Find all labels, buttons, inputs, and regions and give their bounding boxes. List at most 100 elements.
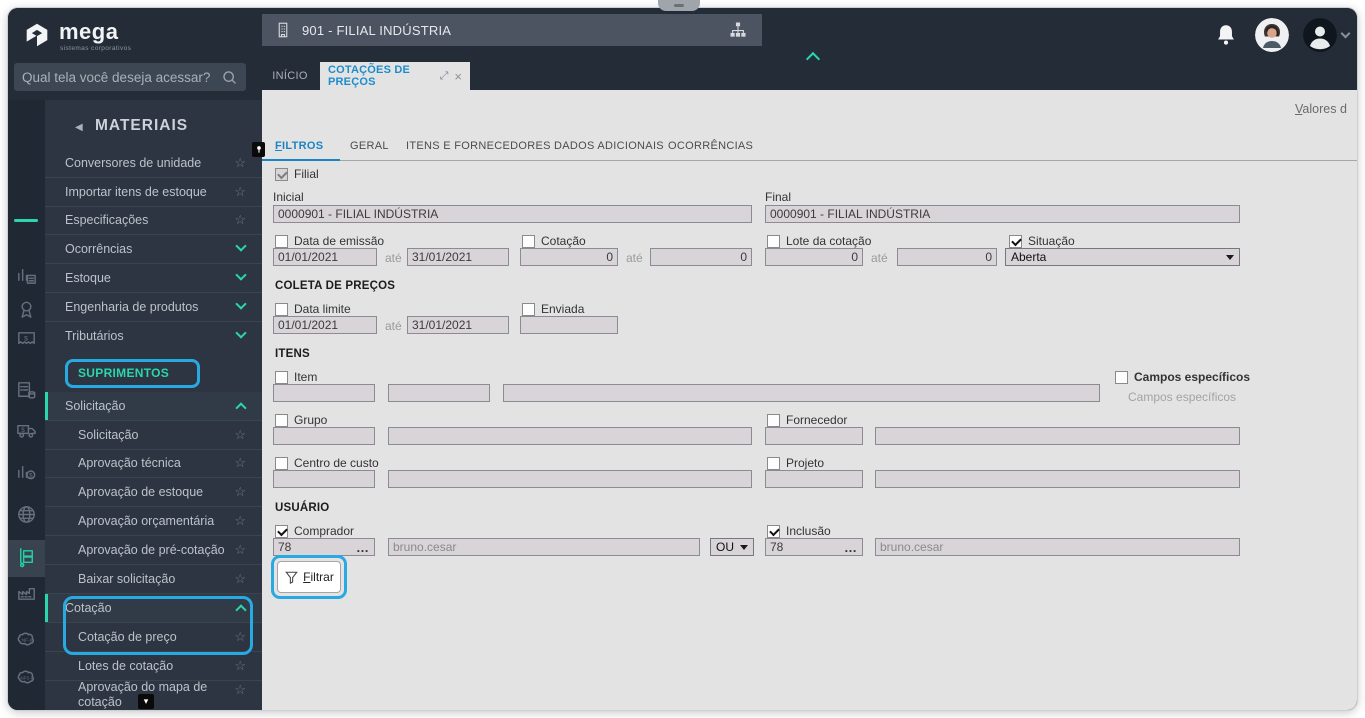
notifications-bell-icon[interactable] <box>1213 21 1239 49</box>
data-emissao-to-input[interactable] <box>407 248 509 266</box>
nfse-icon[interactable]: NFS-e <box>15 666 38 689</box>
sidebar-item-importar-itens[interactable]: Importar itens de estoque ☆ <box>45 178 262 207</box>
filial-checkbox[interactable] <box>275 167 288 181</box>
filial-inicial-input[interactable] <box>273 205 752 223</box>
sidebar-item-aprovacao-tecnica[interactable]: Aprovação técnica ☆ <box>45 449 262 478</box>
checklist-coins-icon[interactable] <box>15 379 38 402</box>
form-tab-dados-adicionais[interactable]: DADOS ADICIONAIS <box>554 140 664 152</box>
lote-to-input[interactable] <box>897 248 997 266</box>
item-code-input[interactable] <box>273 384 375 402</box>
support-avatar[interactable] <box>1255 18 1289 52</box>
back-arrow-icon[interactable]: ◀ <box>75 122 83 133</box>
data-limite-checkbox[interactable] <box>275 302 288 316</box>
nfe-icon[interactable]: NF-e <box>15 628 38 651</box>
star-icon[interactable]: ☆ <box>234 155 246 171</box>
item-checkbox-row[interactable]: Item <box>275 370 317 384</box>
situacao-checkbox-row[interactable]: Situação <box>1009 234 1075 248</box>
sidebar-item-engenharia[interactable]: Engenharia de produtos <box>45 293 262 322</box>
centro-custo-code-input[interactable] <box>273 470 375 488</box>
cotacao-checkbox-row[interactable]: Cotação <box>522 234 586 248</box>
enviada-checkbox[interactable] <box>522 302 535 316</box>
star-icon[interactable]: ☆ <box>234 513 246 529</box>
projeto-desc-input[interactable] <box>875 470 1240 488</box>
cotacao-from-input[interactable] <box>520 248 618 266</box>
comprador-checkbox[interactable] <box>275 524 288 538</box>
quality-medal-icon[interactable] <box>15 298 38 321</box>
fornecedor-checkbox-row[interactable]: Fornecedor <box>767 413 847 427</box>
data-emissao-checkbox-row[interactable]: Data de emissão <box>275 234 384 248</box>
inclusao-name-input[interactable] <box>875 538 1240 556</box>
centro-custo-checkbox[interactable] <box>275 456 288 470</box>
sidebar-item-aprovacao-pre-cotacao[interactable]: Aprovação de pré-cotação ☆ <box>45 536 262 565</box>
enviada-input[interactable] <box>520 316 618 334</box>
star-icon[interactable]: ☆ <box>234 682 246 698</box>
sidebar-item-aprovacao-orcamentaria[interactable]: Aprovação orçamentária ☆ <box>45 507 262 536</box>
projeto-checkbox-row[interactable]: Projeto <box>767 456 824 470</box>
data-emissao-checkbox[interactable] <box>275 234 288 248</box>
projeto-code-input[interactable] <box>765 470 863 488</box>
sidebar-item-aprovacao-estoque[interactable]: Aprovação de estoque ☆ <box>45 478 262 507</box>
data-limite-from-input[interactable] <box>273 316 377 334</box>
factory-icon[interactable] <box>15 581 38 604</box>
cotacao-checkbox[interactable] <box>522 234 535 248</box>
star-icon[interactable]: ☆ <box>234 455 246 471</box>
expand-tab-icon[interactable]: ⤢ <box>440 70 449 83</box>
close-tab-icon[interactable]: × <box>454 69 462 84</box>
comprador-name-input[interactable] <box>388 538 700 556</box>
star-icon[interactable]: ☆ <box>234 658 246 674</box>
sidebar-item-ocorrencias[interactable]: Ocorrências <box>45 235 262 264</box>
sidebar-item-especificacoes[interactable]: Especificações ☆ <box>45 206 262 235</box>
campos-especificos-checkbox[interactable] <box>1115 370 1128 384</box>
menu-section-header[interactable]: ◀ MATERIAIS <box>45 114 262 144</box>
star-icon[interactable]: ☆ <box>234 484 246 500</box>
form-tab-geral[interactable]: GERAL <box>350 140 389 152</box>
centro-custo-checkbox-row[interactable]: Centro de custo <box>275 456 379 470</box>
finance-chart-icon[interactable]: $ <box>15 460 38 483</box>
situacao-checkbox[interactable] <box>1009 234 1022 248</box>
star-icon[interactable]: ☆ <box>234 184 246 200</box>
inclusao-lookup-button[interactable]: … <box>844 540 858 555</box>
star-icon[interactable]: ☆ <box>234 212 246 228</box>
data-limite-checkbox-row[interactable]: Data limite <box>275 302 351 316</box>
grupo-checkbox[interactable] <box>275 413 288 427</box>
sidebar-group-cotacao[interactable]: Cotação <box>45 594 262 623</box>
centro-custo-desc-input[interactable] <box>388 470 752 488</box>
collapse-handle[interactable] <box>658 0 700 11</box>
stock-chart-icon[interactable] <box>15 263 38 286</box>
data-limite-to-input[interactable] <box>407 316 509 334</box>
form-tab-filtros[interactable]: FILTROS <box>275 140 323 152</box>
item-aux-input[interactable] <box>388 384 490 402</box>
inclusao-checkbox[interactable] <box>767 524 780 538</box>
grupo-code-input[interactable] <box>273 427 375 445</box>
lote-checkbox-row[interactable]: Lote da cotação <box>767 234 871 248</box>
sidebar-item-solicitacao[interactable]: Solicitação ☆ <box>45 421 262 450</box>
fornecedor-checkbox[interactable] <box>767 413 780 427</box>
freight-truck-icon[interactable]: $ <box>15 419 38 442</box>
star-icon[interactable]: ☆ <box>234 427 246 443</box>
sidebar-group-solicitacao[interactable]: Solicitação <box>45 392 262 421</box>
form-tab-itens-fornecedores[interactable]: ITENS E FORNECEDORES <box>406 140 551 152</box>
receipt-money-icon[interactable]: $ <box>15 328 38 351</box>
item-checkbox[interactable] <box>275 370 288 384</box>
sidebar-item-conversores[interactable]: Conversores de unidade ☆ <box>45 149 262 178</box>
inclusao-checkbox-row[interactable]: Inclusão <box>767 524 831 538</box>
scroll-down-badge[interactable]: ▾ <box>138 694 154 709</box>
star-icon[interactable]: ☆ <box>234 629 246 645</box>
form-tab-ocorrencias[interactable]: OCORRÊNCIAS <box>668 140 753 152</box>
sidebar-item-cotacao-preco[interactable]: Cotação de preço ☆ <box>45 623 262 652</box>
sidebar-item-baixar-solicitacao[interactable]: Baixar solicitação ☆ <box>45 565 262 594</box>
filial-checkbox-row[interactable]: Filial <box>275 167 319 181</box>
sidebar-item-tributarios[interactable]: Tributários <box>45 322 262 351</box>
user-menu-icon[interactable] <box>1303 18 1337 52</box>
grupo-checkbox-row[interactable]: Grupo <box>275 413 327 427</box>
projeto-checkbox[interactable] <box>767 456 780 470</box>
situacao-dropdown[interactable]: Aberta <box>1005 248 1240 266</box>
operador-dropdown[interactable]: OU <box>710 538 754 556</box>
supplies-handtruck-icon[interactable] <box>15 546 38 569</box>
globe-icon[interactable] <box>15 503 38 526</box>
fornecedor-desc-input[interactable] <box>875 427 1240 445</box>
fornecedor-code-input[interactable] <box>765 427 863 445</box>
mega-logo[interactable]: mega sistemas corporativos <box>22 20 131 52</box>
screen-search[interactable] <box>14 63 246 91</box>
search-input[interactable] <box>22 69 221 85</box>
